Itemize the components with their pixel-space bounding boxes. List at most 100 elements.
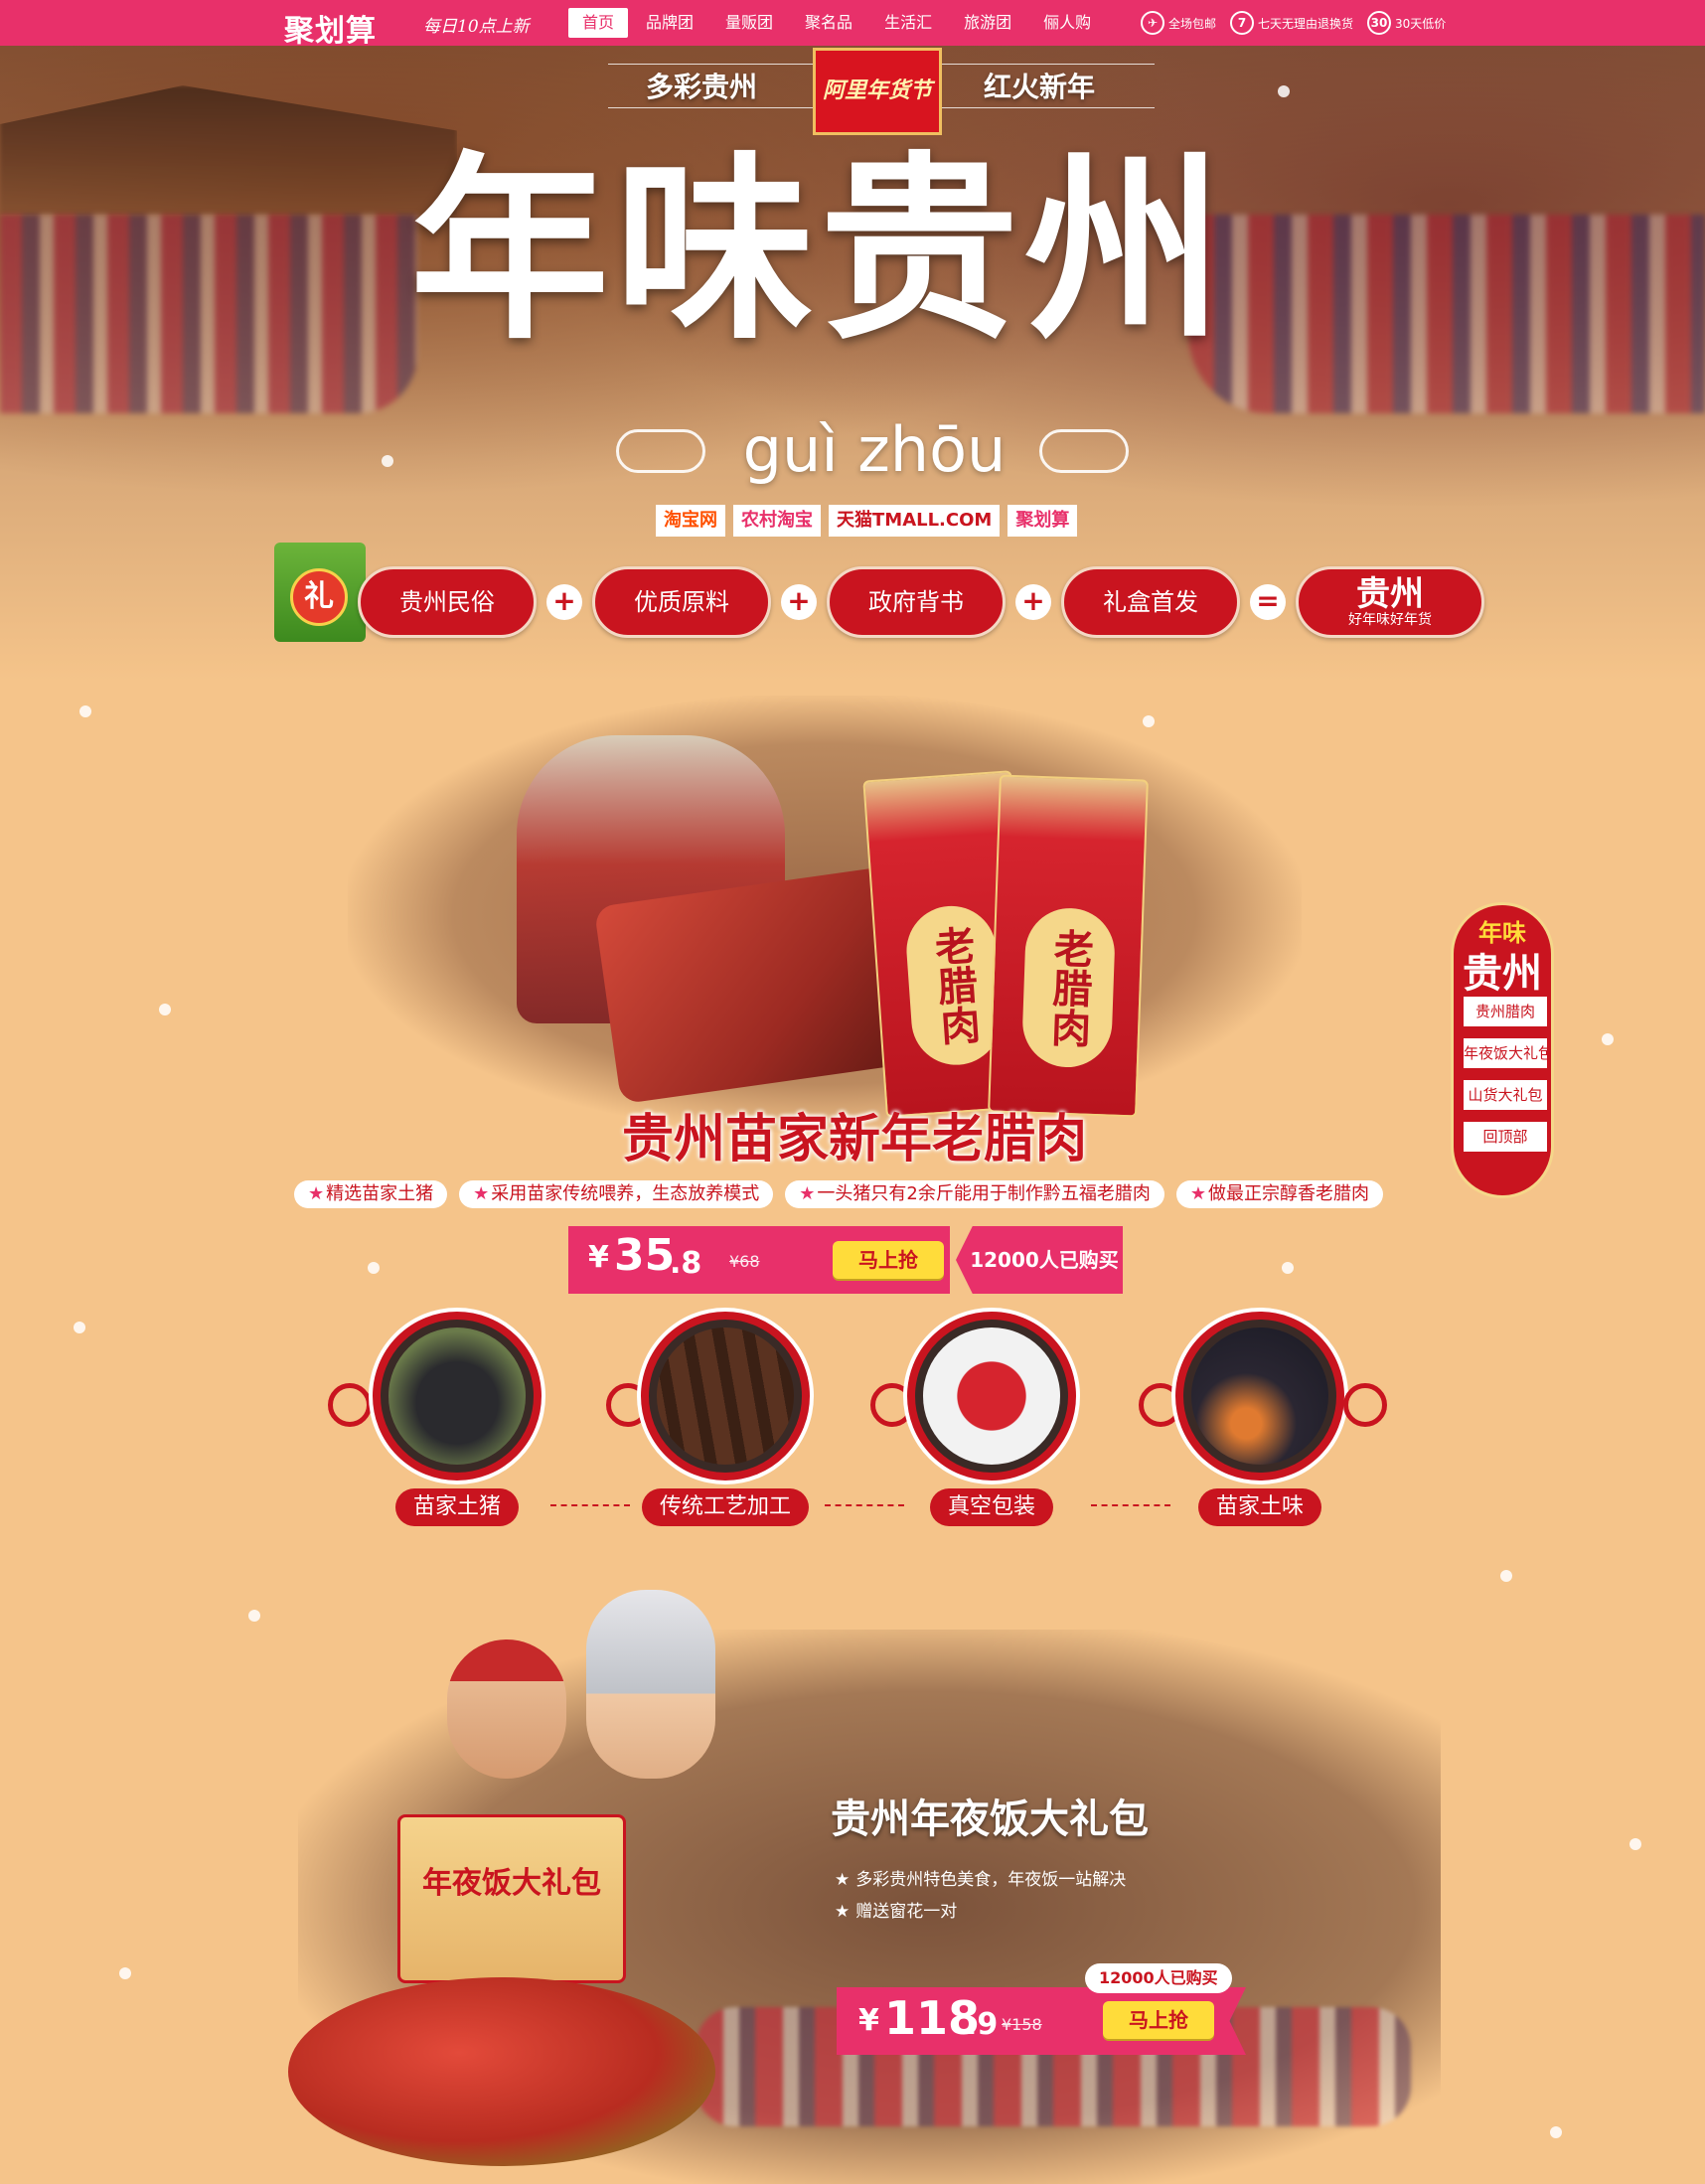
star-icon: ★ (835, 1902, 851, 1922)
star-icon: ★ (473, 1183, 490, 1204)
sidenav-item-nye-pack[interactable]: 年夜饭大礼包 (1462, 1036, 1549, 1070)
product-tag: ★ 精选苗家土猪 (294, 1180, 448, 1208)
process-label: 苗家土味 (1197, 1488, 1321, 1526)
currency-symbol: ¥ (858, 2003, 879, 2038)
feature-gov-endorse: 政府背书 (827, 566, 1006, 638)
process-dash (550, 1504, 630, 1506)
platform-logos: 淘宝网 农村淘宝 天猫TMALL.COM 聚划算 (656, 505, 1078, 537)
shipping-icon: ✈ (1141, 11, 1164, 35)
process-step: 苗家土猪 (368, 1312, 546, 1526)
product-tag: ★ 一头猪只有2余斤能用于制作黔五福老腊肉 (785, 1180, 1164, 1208)
guarantees: ✈ 全场包邮 7 七天无理由退换货 30 30天低价 (1141, 11, 1446, 35)
product2-price-bar: ¥ 118 .9 ¥158 马上抢 (837, 1987, 1246, 2055)
pig-photo (373, 1312, 542, 1481)
snowflake-icon (1602, 1033, 1614, 1045)
buy-now-button[interactable]: 马上抢 (1103, 2001, 1214, 2039)
nav-beauty[interactable]: 俪人购 (1029, 8, 1105, 38)
thirty-day-icon: 30 (1367, 11, 1392, 35)
guarantee-label: 30天低价 (1395, 16, 1447, 31)
nianhuo-festival-badge: 阿里年货节 (813, 48, 942, 135)
food-plate-image (288, 1977, 715, 2166)
feature-result: 贵州 好年味好年货 (1296, 566, 1484, 638)
hero-title: 年味贵州 (409, 133, 1229, 367)
buy-now-button[interactable]: 马上抢 (833, 1241, 944, 1279)
guarantee-lowprice[interactable]: 30 30天低价 (1367, 11, 1446, 35)
plus-icon: + (781, 584, 817, 620)
process-dash (1091, 1504, 1170, 1506)
tag-text: 做最正宗醇香老腊肉 (1208, 1183, 1370, 1204)
ornament-icon (328, 1383, 372, 1427)
side-navigation: 年味 贵州 贵州腊肉 年夜饭大礼包 山货大礼包 回顶部 (1451, 902, 1554, 1198)
product-tag: ★ 采用苗家传统喂养，生态放养模式 (459, 1180, 774, 1208)
snowflake-icon (368, 1262, 380, 1274)
currency-symbol: ¥ (588, 1240, 609, 1275)
product2-title: 贵州年夜饭大礼包 (831, 1795, 1149, 1842)
gift-char: 礼 (290, 568, 348, 626)
product1-tags: ★ 精选苗家土猪 ★ 采用苗家传统喂养，生态放养模式 ★ 一头猪只有2余斤能用于制作黔… (294, 1180, 1384, 1208)
guarantee-label: 全场包邮 (1168, 16, 1217, 31)
feature-strip: 贵州民俗 + 优质原料 + 政府背书 + 礼盒首发 = 贵州 好年味好年货 (358, 566, 1484, 638)
price-box: ¥ 35 .8 ¥68 马上抢 (568, 1226, 950, 1294)
nav-bulk-group[interactable]: 量贩团 (711, 8, 787, 38)
giftbox-image: 年夜饭大礼包 (397, 1814, 626, 1983)
snowflake-icon (119, 1967, 131, 1979)
tag-text: 精选苗家土猪 (326, 1183, 434, 1204)
nav-luxury[interactable]: 聚名品 (791, 8, 866, 38)
tmall-logo: 天猫TMALL.COM (829, 505, 1001, 537)
original-price: ¥158 (1002, 2015, 1042, 2034)
juhuasuan-logo-small: 聚划算 (1008, 505, 1078, 537)
juhuasuan-logo[interactable]: 聚划算 (284, 6, 377, 50)
pig-photo-fill (388, 1327, 526, 1465)
process-label: 传统工艺加工 (641, 1488, 809, 1526)
process-step: 传统工艺加工 (636, 1312, 815, 1526)
pack-label: 老腊肉 (1020, 906, 1117, 1069)
snowflake-icon (1550, 2126, 1562, 2138)
rural-taobao-logo: 农村淘宝 (733, 505, 821, 537)
bullet-item: ★ 赠送窗花一对 (835, 1896, 1126, 1928)
product1-price-bar: ¥ 35 .8 ¥68 马上抢 12000人已购买 (568, 1226, 1123, 1294)
guarantee-return[interactable]: 7 七天无理由退换货 (1230, 11, 1353, 35)
nav-travel[interactable]: 旅游团 (950, 8, 1025, 38)
process-dash (825, 1504, 904, 1506)
process-step: 真空包装 (902, 1312, 1081, 1526)
price-decimal: .8 (670, 1246, 702, 1281)
curing-photo (641, 1312, 810, 1481)
star-icon: ★ (799, 1183, 816, 1204)
equals-icon: = (1250, 584, 1286, 620)
nav-life[interactable]: 生活汇 (870, 8, 946, 38)
price-decimal: .9 (966, 2007, 999, 2042)
giftbox-text: 年夜饭大礼包 (422, 1866, 601, 1901)
plus-icon: + (1015, 584, 1051, 620)
taobao-logo: 淘宝网 (656, 505, 725, 537)
curing-photo-fill (657, 1327, 794, 1465)
bullet-text: 赠送窗花一对 (855, 1902, 958, 1922)
hero-subtitle-right: 红火新年 (984, 71, 1096, 103)
sidenav-item-mountain-pack[interactable]: 山货大礼包 (1462, 1078, 1549, 1112)
smokehouse-photo-fill (1191, 1327, 1328, 1465)
guarantee-shipping[interactable]: ✈ 全场包邮 (1141, 11, 1216, 35)
feature-result-title: 贵州 (1356, 574, 1424, 614)
ornament-icon (1343, 1383, 1387, 1427)
feature-result-sub: 好年味好年货 (1348, 612, 1432, 628)
bullet-text: 多彩贵州特色美食，年夜饭一站解决 (855, 1870, 1127, 1890)
star-icon: ★ (308, 1183, 325, 1204)
sidenav-item-back-to-top[interactable]: 回顶部 (1462, 1120, 1549, 1154)
nav-home[interactable]: 首页 (568, 8, 629, 38)
nav-brand-group[interactable]: 品牌团 (632, 8, 707, 38)
star-icon: ★ (835, 1870, 851, 1890)
top-bar: 聚划算 每日10点上新 首页 品牌团 量贩团 聚名品 生活汇 旅游团 俪人购 ✈… (0, 0, 1705, 49)
process-step: 苗家土味 (1170, 1312, 1349, 1526)
slogan: 每日10点上新 (423, 17, 530, 37)
laru-package-image: 老腊肉 (988, 774, 1149, 1118)
product2-bullets: ★ 多彩贵州特色美食，年夜饭一站解决 ★ 赠送窗花一对 (835, 1864, 1126, 1928)
smokehouse-photo (1175, 1312, 1344, 1481)
sidenav-title: 贵州 (1463, 950, 1542, 997)
sidenav-item-laru[interactable]: 贵州腊肉 (1462, 995, 1549, 1028)
snowflake-icon (159, 1004, 171, 1015)
original-price: ¥68 (729, 1252, 760, 1271)
feature-quality-material: 优质原料 (592, 566, 771, 638)
process-label: 苗家土猪 (394, 1488, 519, 1526)
vacuum-pack-photo (907, 1312, 1076, 1481)
guarantee-label: 七天无理由退换货 (1258, 16, 1354, 31)
snowflake-icon (382, 455, 393, 467)
